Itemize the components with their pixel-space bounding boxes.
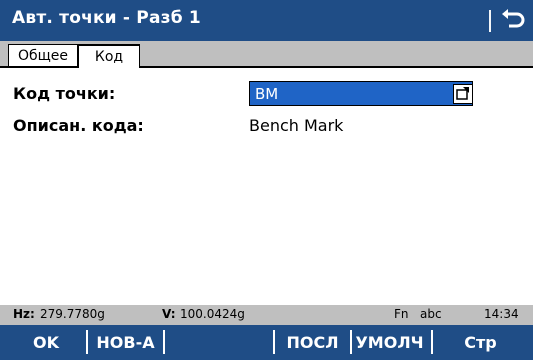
softkey-bar: OK НОВ-А ПОСЛ УМОЛЧ Стр (0, 325, 533, 360)
back-arrow-icon[interactable] (497, 5, 527, 35)
code-panel: Код точки: BM Описан. кода: Bench Mark (0, 68, 533, 305)
point-code-value: BM (255, 85, 279, 103)
new-button[interactable]: НОВ-А (88, 330, 163, 356)
tab-strip: Общее Код (0, 41, 533, 69)
code-description-value: Bench Mark (249, 116, 344, 135)
page-button[interactable]: Стр (433, 330, 528, 356)
point-code-label: Код точки: (13, 84, 116, 103)
title-bar: Авт. точки - Разб 1 (0, 0, 533, 41)
window-title: Авт. точки - Разб 1 (12, 8, 201, 28)
hz-value: 279.7780g (40, 307, 105, 321)
ok-button[interactable]: OK (10, 330, 82, 356)
code-description-label: Описан. кода: (13, 116, 144, 135)
v-label: V: (162, 307, 176, 321)
point-code-dropdown[interactable]: BM (249, 81, 473, 106)
dropdown-icon[interactable] (453, 84, 473, 104)
hz-label: Hz: (13, 307, 35, 321)
last-button[interactable]: ПОСЛ (275, 330, 350, 356)
fn-indicator: Fn (394, 307, 409, 321)
tab-general[interactable]: Общее (8, 44, 78, 66)
clock: 14:34 (484, 307, 519, 321)
title-separator (489, 10, 491, 32)
v-value: 100.0424g (180, 307, 245, 321)
default-button[interactable]: УМОЛЧ (352, 330, 427, 356)
softkey-divider (163, 330, 165, 354)
input-mode-indicator: abc (420, 307, 442, 321)
status-bar: Hz: 279.7780g V: 100.0424g Fn abc 14:34 (0, 305, 533, 325)
